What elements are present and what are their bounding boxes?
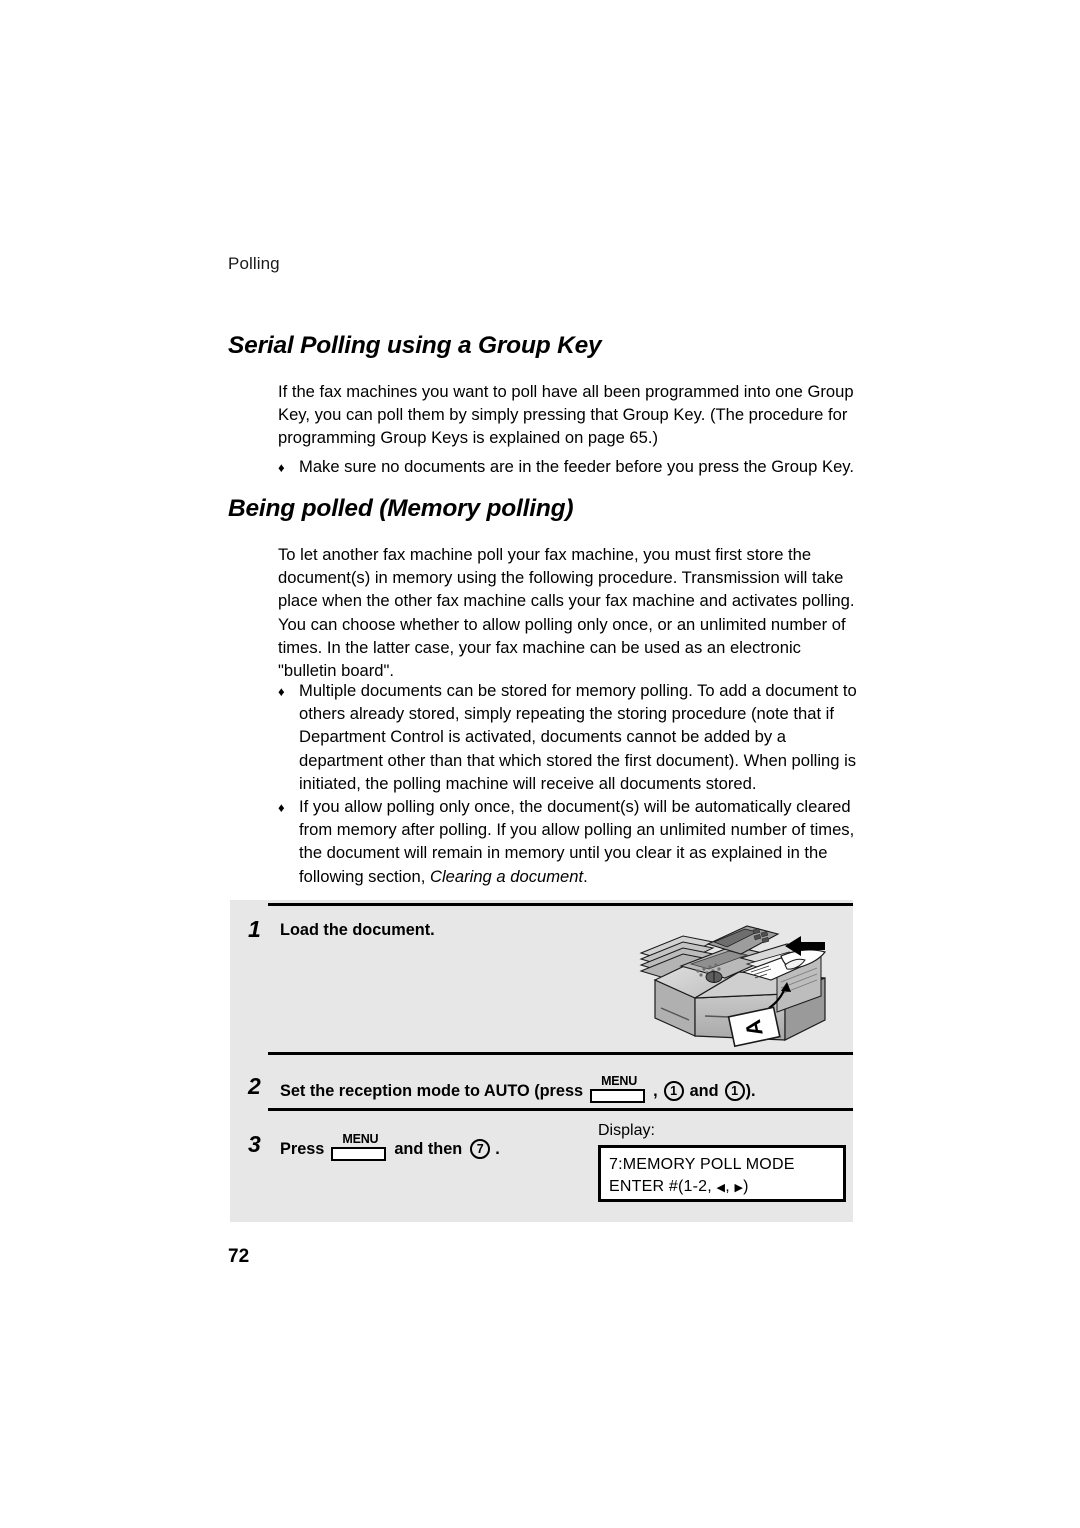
diamond-bullet-icon: ♦: [278, 460, 285, 475]
step-text-2: Set the reception mode to AUTO (press ME…: [280, 1074, 756, 1104]
menu-key-body: [331, 1147, 387, 1161]
step-text-3: Press MENU and then 7 .: [280, 1132, 500, 1162]
right-arrow-icon: ▶: [734, 1182, 744, 1194]
section-heading-being-polled: Being polled (Memory polling): [228, 495, 574, 522]
numeric-key-1-icon: 1: [724, 1081, 745, 1101]
step3-text-mid: and then: [394, 1139, 463, 1158]
display-label: Display:: [598, 1122, 655, 1139]
menu-key-icon: MENU: [590, 1074, 648, 1104]
left-arrow-icon: ◀: [716, 1182, 726, 1194]
step-number-2: 2: [248, 1073, 261, 1099]
separator-rule: [268, 1052, 853, 1055]
document-page: Polling Serial Polling using a Group Key…: [0, 0, 1080, 1528]
paragraph-serial-polling: If the fax machines you want to poll hav…: [278, 382, 854, 448]
step-number-3: 3: [248, 1131, 261, 1157]
step2-separator: ,: [653, 1081, 658, 1100]
paragraph-being-polled: To let another fax machine poll your fax…: [278, 545, 855, 681]
step3-text-after: .: [495, 1139, 500, 1158]
display-line-2: ENTER #(1-2, ◀, ▶): [609, 1176, 843, 1199]
bullet-text: If you allow polling only once, the docu…: [299, 795, 860, 888]
fax-machine-illustration: A: [635, 908, 850, 1050]
bullet-text-tail: .: [583, 866, 588, 886]
menu-key-body: [590, 1089, 646, 1103]
page-number: 72: [228, 1246, 250, 1267]
display-line2-prefix: ENTER #(1-2,: [609, 1178, 717, 1195]
step2-text-mid: and: [689, 1081, 719, 1100]
menu-key-icon: MENU: [331, 1132, 389, 1162]
step2-text-before: Set the reception mode to AUTO (press: [280, 1081, 584, 1100]
section-heading-serial-polling: Serial Polling using a Group Key: [228, 332, 602, 359]
separator-rule: [268, 1108, 853, 1111]
display-line-1: 7:MEMORY POLL MODE: [609, 1156, 795, 1173]
step2-text-after: ).: [745, 1081, 756, 1100]
menu-key-label: MENU: [601, 1074, 638, 1088]
numeric-key-1-icon: 1: [663, 1081, 684, 1101]
bullet-item: ♦ Multiple documents can be stored for m…: [278, 679, 860, 795]
procedure-steps-panel: 1 Load the document. A 2 Set the recepti…: [230, 900, 853, 1222]
bullet-text-italic-reference: Clearing a document: [429, 866, 584, 886]
running-head: Polling: [228, 254, 280, 273]
step-text-1: Load the document.: [280, 921, 435, 939]
bullet-text: Make sure no documents are in the feeder…: [299, 457, 854, 476]
bullet-item: ♦ Make sure no documents are in the feed…: [278, 455, 860, 478]
bullet-item: ♦ If you allow polling only once, the do…: [278, 795, 860, 888]
diamond-bullet-icon: ♦: [278, 800, 285, 815]
display-line2-suffix: ): [743, 1178, 749, 1195]
lcd-display-panel: 7:MEMORY POLL MODE ENTER #(1-2, ◀, ▶): [598, 1145, 846, 1202]
menu-key-label: MENU: [342, 1132, 379, 1146]
bullet-text: Multiple documents can be stored for mem…: [299, 681, 857, 793]
step-number-1: 1: [248, 916, 261, 942]
step3-text-before: Press: [280, 1139, 325, 1158]
separator-rule: [268, 903, 853, 906]
numeric-key-7-icon: 7: [470, 1139, 491, 1159]
diamond-bullet-icon: ♦: [278, 684, 285, 699]
